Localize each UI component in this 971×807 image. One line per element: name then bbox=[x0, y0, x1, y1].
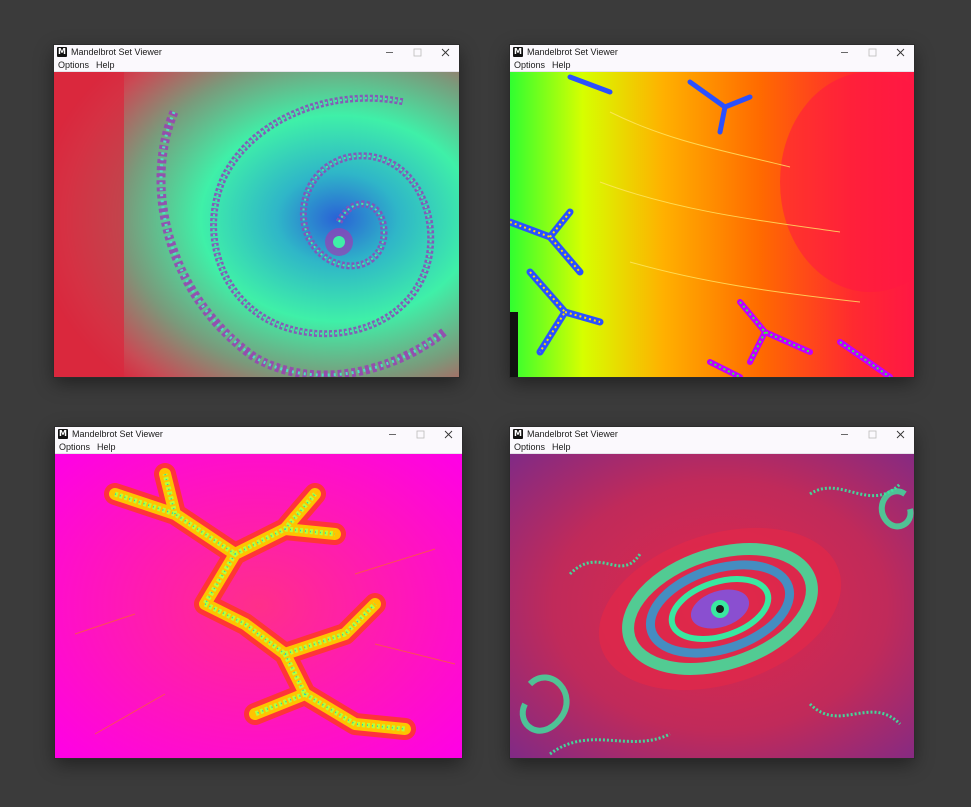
window-title: Mandelbrot Set Viewer bbox=[527, 429, 618, 439]
menu-help[interactable]: Help bbox=[552, 441, 571, 453]
minimize-icon[interactable] bbox=[830, 45, 858, 59]
window-title: Mandelbrot Set Viewer bbox=[527, 47, 618, 57]
viewer-window-1: M Mandelbrot Set Viewer Options Help bbox=[54, 45, 459, 377]
maximize-icon[interactable] bbox=[403, 45, 431, 59]
menu-options[interactable]: Options bbox=[58, 59, 89, 71]
menu-options[interactable]: Options bbox=[514, 59, 545, 71]
fractal-canvas[interactable] bbox=[510, 454, 914, 758]
viewer-window-3: M Mandelbrot Set Viewer Options Help bbox=[55, 427, 462, 758]
fractal-render bbox=[510, 454, 914, 758]
menu-help[interactable]: Help bbox=[552, 59, 571, 71]
window-title: Mandelbrot Set Viewer bbox=[71, 47, 162, 57]
menu-help[interactable]: Help bbox=[97, 441, 116, 453]
fractal-canvas[interactable] bbox=[54, 72, 459, 377]
window-title: Mandelbrot Set Viewer bbox=[72, 429, 163, 439]
fractal-canvas[interactable] bbox=[510, 72, 914, 377]
fractal-canvas[interactable] bbox=[55, 454, 462, 758]
fractal-render bbox=[55, 454, 462, 758]
menu-bar: Options Help bbox=[510, 59, 914, 72]
menu-help[interactable]: Help bbox=[96, 59, 115, 71]
title-bar[interactable]: M Mandelbrot Set Viewer bbox=[55, 427, 462, 441]
viewer-window-4: M Mandelbrot Set Viewer Options Help bbox=[510, 427, 914, 758]
maximize-icon[interactable] bbox=[406, 427, 434, 441]
app-icon: M bbox=[58, 429, 68, 439]
close-icon[interactable] bbox=[886, 427, 914, 441]
viewer-window-2: M Mandelbrot Set Viewer Options Help bbox=[510, 45, 914, 377]
menu-bar: Options Help bbox=[54, 59, 459, 72]
maximize-icon[interactable] bbox=[858, 427, 886, 441]
minimize-icon[interactable] bbox=[378, 427, 406, 441]
menu-bar: Options Help bbox=[510, 441, 914, 454]
maximize-icon[interactable] bbox=[858, 45, 886, 59]
fractal-render bbox=[54, 72, 459, 377]
title-bar[interactable]: M Mandelbrot Set Viewer bbox=[54, 45, 459, 59]
fractal-render bbox=[510, 72, 914, 377]
menu-options[interactable]: Options bbox=[514, 441, 545, 453]
menu-options[interactable]: Options bbox=[59, 441, 90, 453]
app-icon: M bbox=[57, 47, 67, 57]
title-bar[interactable]: M Mandelbrot Set Viewer bbox=[510, 45, 914, 59]
minimize-icon[interactable] bbox=[375, 45, 403, 59]
app-icon: M bbox=[513, 429, 523, 439]
title-bar[interactable]: M Mandelbrot Set Viewer bbox=[510, 427, 914, 441]
close-icon[interactable] bbox=[434, 427, 462, 441]
close-icon[interactable] bbox=[886, 45, 914, 59]
menu-bar: Options Help bbox=[55, 441, 462, 454]
app-icon: M bbox=[513, 47, 523, 57]
close-icon[interactable] bbox=[431, 45, 459, 59]
minimize-icon[interactable] bbox=[830, 427, 858, 441]
